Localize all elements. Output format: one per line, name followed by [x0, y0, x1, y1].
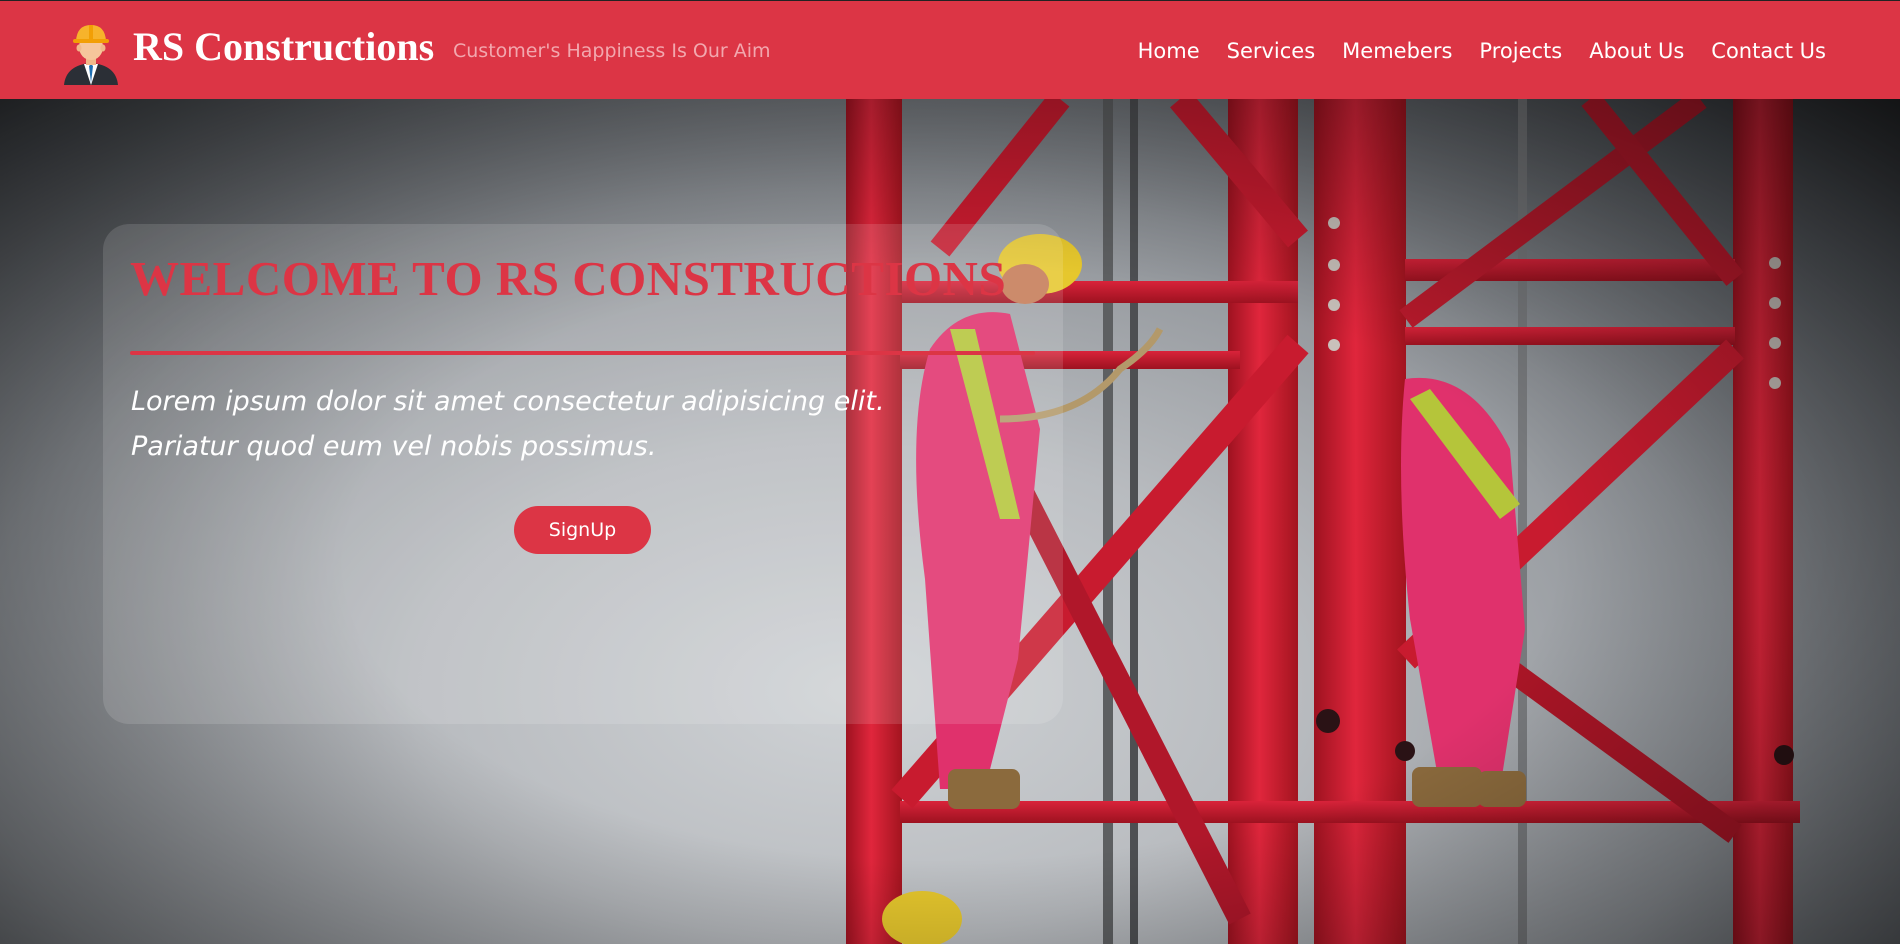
nav-item-contact-us[interactable]: Contact Us: [1711, 37, 1826, 65]
navbar: RS Constructions Customer's Happiness Is…: [0, 0, 1900, 99]
brand-name[interactable]: RS Constructions: [133, 25, 434, 69]
nav-item-services[interactable]: Services: [1227, 37, 1316, 65]
brand-tagline: Customer's Happiness Is Our Aim: [453, 40, 771, 62]
nav-item-about-us[interactable]: About Us: [1589, 37, 1684, 65]
nav-item-home[interactable]: Home: [1138, 37, 1200, 65]
signup-button[interactable]: SignUp: [514, 506, 651, 554]
nav-item-projects[interactable]: Projects: [1479, 37, 1562, 65]
hero-title: WELCOME TO RS CONSTRUCTIONS: [130, 251, 1007, 306]
hero-text: Lorem ipsum dolor sit amet consectetur a…: [131, 386, 885, 462]
hero-divider: [130, 351, 1035, 355]
nav-links: Home Services Memebers Projects About Us…: [1111, 37, 1826, 65]
construction-worker-avatar-icon[interactable]: [58, 19, 124, 85]
nav-item-members[interactable]: Memebers: [1342, 37, 1452, 65]
